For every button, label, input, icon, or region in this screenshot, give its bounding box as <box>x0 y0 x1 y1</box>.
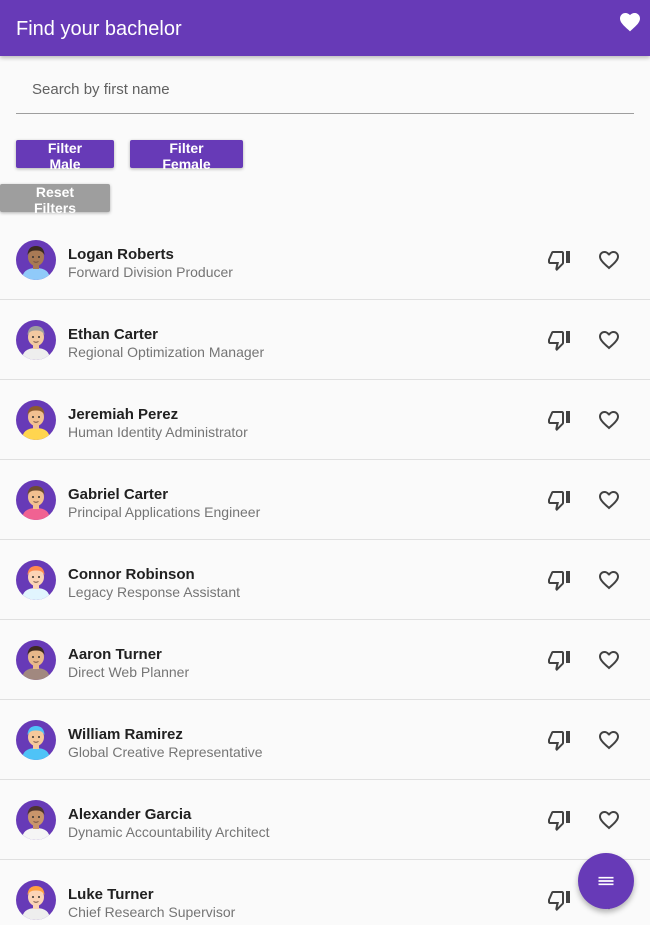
reset-filters-button[interactable]: Reset Filters <box>0 184 110 216</box>
person-avatar-icon <box>22 326 50 360</box>
list-item[interactable]: Gabriel Carter Principal Applications Eng… <box>0 460 650 540</box>
search-field <box>16 66 634 114</box>
thumb-down-icon[interactable] <box>547 488 571 512</box>
avatar <box>16 800 56 840</box>
person-job-title: Legacy Response Assistant <box>68 584 240 600</box>
avatar <box>16 880 56 920</box>
thumb-down-icon[interactable] <box>547 408 571 432</box>
person-name: Jeremiah Perez <box>68 406 179 423</box>
person-name: Aaron Turner <box>68 646 162 663</box>
person-name: Gabriel Carter <box>68 486 169 503</box>
avatar <box>16 640 56 680</box>
person-avatar-icon <box>22 406 50 440</box>
person-name: Luke Turner <box>68 886 154 903</box>
person-job-title: Forward Division Producer <box>68 264 233 280</box>
list-item[interactable]: Luke Turner Chief Research Supervisor <box>0 860 650 925</box>
person-avatar-icon <box>22 646 50 680</box>
list-item[interactable]: Alexander Garcia Dynamic Accountability A… <box>0 780 650 860</box>
person-name: Ethan Carter <box>68 326 159 343</box>
thumb-down-icon[interactable] <box>547 808 571 832</box>
person-job-title: Regional Optimization Manager <box>68 344 265 360</box>
heart-outline-icon[interactable] <box>597 808 621 832</box>
list-item[interactable]: Connor Robinson Legacy Response Assistant <box>0 540 650 620</box>
person-avatar-icon <box>22 886 50 920</box>
thumb-down-icon[interactable] <box>547 648 571 672</box>
person-job-title: Direct Web Planner <box>68 664 190 680</box>
heart-outline-icon[interactable] <box>597 568 621 592</box>
person-avatar-icon <box>22 806 50 840</box>
list-item[interactable]: Logan Roberts Forward Division Producer <box>0 220 650 300</box>
menu-fab-button[interactable] <box>578 853 634 909</box>
heart-outline-icon[interactable] <box>597 408 621 432</box>
person-name: Alexander Garcia <box>68 806 192 823</box>
heart-outline-icon[interactable] <box>597 728 621 752</box>
thumb-down-icon[interactable] <box>547 888 571 912</box>
avatar <box>16 560 56 600</box>
person-avatar-icon <box>22 246 50 280</box>
person-job-title: Chief Research Supervisor <box>68 904 236 920</box>
list-item[interactable]: Aaron Turner Direct Web Planner <box>0 620 650 700</box>
person-name: Connor Robinson <box>68 566 195 583</box>
person-avatar-icon <box>22 726 50 760</box>
filter-female-button[interactable]: Filter Female <box>130 140 243 172</box>
person-name: Logan Roberts <box>68 246 174 263</box>
menu-icon <box>598 876 614 886</box>
heart-outline-icon[interactable] <box>597 648 621 672</box>
thumb-down-icon[interactable] <box>547 568 571 592</box>
avatar <box>16 240 56 280</box>
favorites-heart-icon[interactable] <box>618 10 642 34</box>
thumb-down-icon[interactable] <box>547 728 571 752</box>
avatar <box>16 400 56 440</box>
person-job-title: Dynamic Accountability Architect <box>68 824 270 840</box>
avatar <box>16 480 56 520</box>
filter-male-button[interactable]: Filter Male <box>16 140 114 172</box>
search-input[interactable] <box>16 66 634 113</box>
list-item[interactable]: Jeremiah Perez Human Identity Administrat… <box>0 380 650 460</box>
person-avatar-icon <box>22 486 50 520</box>
heart-outline-icon[interactable] <box>597 248 621 272</box>
list-item[interactable]: Ethan Carter Regional Optimization Manage… <box>0 300 650 380</box>
person-name: William Ramirez <box>68 726 183 743</box>
avatar <box>16 320 56 360</box>
avatar <box>16 720 56 760</box>
thumb-down-icon[interactable] <box>547 328 571 352</box>
person-job-title: Human Identity Administrator <box>68 424 248 440</box>
app-bar: Find your bachelor <box>0 0 650 56</box>
person-job-title: Principal Applications Engineer <box>68 504 261 520</box>
page-title: Find your bachelor <box>16 18 182 40</box>
person-job-title: Global Creative Representative <box>68 744 263 760</box>
thumb-down-icon[interactable] <box>547 248 571 272</box>
person-avatar-icon <box>22 566 50 600</box>
heart-outline-icon[interactable] <box>597 328 621 352</box>
bachelor-list: Logan Roberts Forward Division Producer Et… <box>0 220 650 925</box>
heart-outline-icon[interactable] <box>597 488 621 512</box>
list-item[interactable]: William Ramirez Global Creative Represent… <box>0 700 650 780</box>
